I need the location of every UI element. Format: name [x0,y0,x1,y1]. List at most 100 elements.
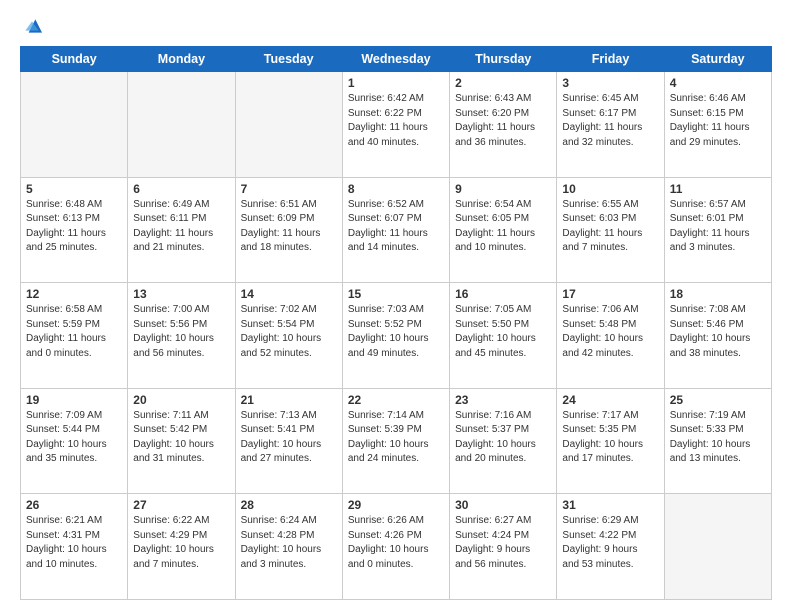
day-number: 9 [455,182,551,196]
weekday-header-saturday: Saturday [664,47,771,72]
calendar-cell: 20 Sunrise: 7:11 AM Sunset: 5:42 PM Dayli… [128,388,235,494]
day-number: 4 [670,76,766,90]
cell-info: Sunrise: 6:26 AM Sunset: 4:26 PM Dayligh… [348,514,444,572]
calendar-cell: 27 Sunrise: 6:22 AM Sunset: 4:29 PM Dayli… [128,494,235,600]
cell-info: Sunrise: 6:54 AM Sunset: 6:05 PM Dayligh… [455,198,551,256]
day-number: 23 [455,393,551,407]
day-number: 14 [241,287,337,301]
day-number: 2 [455,76,551,90]
week-row-3: 12Sunrise: 6:58 AM Sunset: 5:59 PM Dayli… [21,283,772,389]
cell-info: Sunrise: 7:11 AM Sunset: 5:42 PM Dayligh… [133,409,229,467]
calendar-cell: 10Sunrise: 6:55 AM Sunset: 6:03 PM Dayli… [557,177,664,283]
cell-info: Sunrise: 7:08 AM Sunset: 5:46 PM Dayligh… [670,303,766,361]
weekday-header-sunday: Sunday [21,47,128,72]
calendar-cell: 15 Sunrise: 7:03 AM Sunset: 5:52 PM Dayli… [342,283,449,389]
calendar-cell: 23 Sunrise: 7:16 AM Sunset: 5:37 PM Dayli… [450,388,557,494]
cell-info: Sunrise: 6:42 AM Sunset: 6:22 PM Dayligh… [348,92,444,150]
day-number: 3 [562,76,658,90]
cell-info: Sunrise: 7:16 AM Sunset: 5:37 PM Dayligh… [455,409,551,467]
cell-info: Sunrise: 7:09 AM Sunset: 5:44 PM Dayligh… [26,409,122,467]
calendar-cell: 11 Sunrise: 6:57 AM Sunset: 6:01 PM Dayli… [664,177,771,283]
day-number: 25 [670,393,766,407]
calendar-cell: 29 Sunrise: 6:26 AM Sunset: 4:26 PM Dayli… [342,494,449,600]
day-number: 5 [26,182,122,196]
calendar-cell: 30 Sunrise: 6:27 AM Sunset: 4:24 PM Dayli… [450,494,557,600]
cell-info: Sunrise: 6:24 AM Sunset: 4:28 PM Dayligh… [241,514,337,572]
weekday-header-row: SundayMondayTuesdayWednesdayThursdayFrid… [21,47,772,72]
calendar-cell: 14 Sunrise: 7:02 AM Sunset: 5:54 PM Dayli… [235,283,342,389]
cell-info: Sunrise: 6:22 AM Sunset: 4:29 PM Dayligh… [133,514,229,572]
cell-info: Sunrise: 6:29 AM Sunset: 4:22 PM Dayligh… [562,514,658,572]
day-number: 15 [348,287,444,301]
calendar-cell: 21Sunrise: 7:13 AM Sunset: 5:41 PM Dayli… [235,388,342,494]
week-row-5: 26 Sunrise: 6:21 AM Sunset: 4:31 PM Dayli… [21,494,772,600]
calendar-cell: 31 Sunrise: 6:29 AM Sunset: 4:22 PM Dayli… [557,494,664,600]
calendar-cell: 1 Sunrise: 6:42 AM Sunset: 6:22 PM Daylig… [342,72,449,178]
calendar-cell: 2 Sunrise: 6:43 AM Sunset: 6:20 PM Daylig… [450,72,557,178]
calendar-cell [235,72,342,178]
cell-info: Sunrise: 6:21 AM Sunset: 4:31 PM Dayligh… [26,514,122,572]
cell-info: Sunrise: 7:06 AM Sunset: 5:48 PM Dayligh… [562,303,658,361]
week-row-1: 1 Sunrise: 6:42 AM Sunset: 6:22 PM Daylig… [21,72,772,178]
day-number: 6 [133,182,229,196]
cell-info: Sunrise: 6:58 AM Sunset: 5:59 PM Dayligh… [26,303,122,361]
calendar-cell [664,494,771,600]
cell-info: Sunrise: 7:19 AM Sunset: 5:33 PM Dayligh… [670,409,766,467]
day-number: 11 [670,182,766,196]
day-number: 13 [133,287,229,301]
cell-info: Sunrise: 6:43 AM Sunset: 6:20 PM Dayligh… [455,92,551,150]
day-number: 24 [562,393,658,407]
day-number: 27 [133,498,229,512]
day-number: 1 [348,76,444,90]
day-number: 31 [562,498,658,512]
calendar-cell: 7Sunrise: 6:51 AM Sunset: 6:09 PM Daylig… [235,177,342,283]
weekday-header-thursday: Thursday [450,47,557,72]
cell-info: Sunrise: 7:02 AM Sunset: 5:54 PM Dayligh… [241,303,337,361]
cell-info: Sunrise: 6:55 AM Sunset: 6:03 PM Dayligh… [562,198,658,256]
weekday-header-wednesday: Wednesday [342,47,449,72]
calendar-cell: 28 Sunrise: 6:24 AM Sunset: 4:28 PM Dayli… [235,494,342,600]
week-row-2: 5 Sunrise: 6:48 AM Sunset: 6:13 PM Daylig… [21,177,772,283]
calendar-cell: 18 Sunrise: 7:08 AM Sunset: 5:46 PM Dayli… [664,283,771,389]
day-number: 30 [455,498,551,512]
cell-info: Sunrise: 6:46 AM Sunset: 6:15 PM Dayligh… [670,92,766,150]
page: SundayMondayTuesdayWednesdayThursdayFrid… [0,0,792,612]
day-number: 19 [26,393,122,407]
day-number: 28 [241,498,337,512]
day-number: 16 [455,287,551,301]
header [20,16,772,36]
calendar-cell: 17 Sunrise: 7:06 AM Sunset: 5:48 PM Dayli… [557,283,664,389]
logo [20,16,42,36]
cell-info: Sunrise: 7:05 AM Sunset: 5:50 PM Dayligh… [455,303,551,361]
weekday-header-friday: Friday [557,47,664,72]
calendar-cell: 26 Sunrise: 6:21 AM Sunset: 4:31 PM Dayli… [21,494,128,600]
calendar-cell: 24 Sunrise: 7:17 AM Sunset: 5:35 PM Dayli… [557,388,664,494]
calendar-cell: 8 Sunrise: 6:52 AM Sunset: 6:07 PM Daylig… [342,177,449,283]
calendar-cell: 25 Sunrise: 7:19 AM Sunset: 5:33 PM Dayli… [664,388,771,494]
cell-info: Sunrise: 6:49 AM Sunset: 6:11 PM Dayligh… [133,198,229,256]
cell-info: Sunrise: 6:48 AM Sunset: 6:13 PM Dayligh… [26,198,122,256]
cell-info: Sunrise: 6:57 AM Sunset: 6:01 PM Dayligh… [670,198,766,256]
day-number: 20 [133,393,229,407]
calendar-cell: 22Sunrise: 7:14 AM Sunset: 5:39 PM Dayli… [342,388,449,494]
calendar-cell: 6 Sunrise: 6:49 AM Sunset: 6:11 PM Daylig… [128,177,235,283]
day-number: 8 [348,182,444,196]
day-number: 17 [562,287,658,301]
cell-info: Sunrise: 7:03 AM Sunset: 5:52 PM Dayligh… [348,303,444,361]
cell-info: Sunrise: 6:52 AM Sunset: 6:07 PM Dayligh… [348,198,444,256]
cell-info: Sunrise: 6:45 AM Sunset: 6:17 PM Dayligh… [562,92,658,150]
weekday-header-monday: Monday [128,47,235,72]
day-number: 7 [241,182,337,196]
day-number: 18 [670,287,766,301]
cell-info: Sunrise: 7:17 AM Sunset: 5:35 PM Dayligh… [562,409,658,467]
cell-info: Sunrise: 6:27 AM Sunset: 4:24 PM Dayligh… [455,514,551,572]
calendar-cell [21,72,128,178]
weekday-header-tuesday: Tuesday [235,47,342,72]
day-number: 26 [26,498,122,512]
week-row-4: 19 Sunrise: 7:09 AM Sunset: 5:44 PM Dayli… [21,388,772,494]
day-number: 22 [348,393,444,407]
calendar-cell: 3 Sunrise: 6:45 AM Sunset: 6:17 PM Daylig… [557,72,664,178]
calendar-cell [128,72,235,178]
day-number: 29 [348,498,444,512]
calendar-cell: 9 Sunrise: 6:54 AM Sunset: 6:05 PM Daylig… [450,177,557,283]
